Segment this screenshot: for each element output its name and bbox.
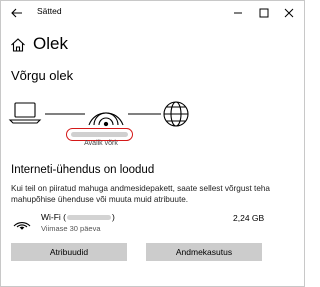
adapter-name: Wi-Fi () (41, 212, 115, 222)
maximize-icon[interactable] (257, 6, 271, 20)
window-title: Sätted (37, 6, 62, 16)
network-type-label: Avalik võrk (84, 140, 118, 147)
title-bar: Sätted (1, 1, 304, 25)
wifi-icon (13, 222, 31, 230)
adapter-data-usage: 2,24 GB (233, 213, 265, 223)
adapter-name-prefix: Wi-Fi ( (41, 212, 67, 222)
adapter-usage-period: Viimase 30 päeva (41, 224, 101, 233)
network-name-redacted (71, 132, 128, 137)
properties-button[interactable]: Atribuudid (11, 243, 127, 261)
connection-description: Kui teil on piiratud mahuga andmesidepak… (11, 184, 270, 204)
network-diagram (8, 101, 189, 127)
page-title: Olek (33, 34, 68, 53)
adapter-ssid-redacted (67, 215, 112, 221)
adapter-name-suffix: ) (112, 212, 115, 222)
laptop-icon (8, 102, 42, 124)
close-icon[interactable] (282, 6, 296, 20)
wifi-router-icon (88, 112, 124, 127)
connection-status-title: Interneti-ühendus on loodud (11, 164, 155, 176)
minimize-icon[interactable] (231, 6, 245, 20)
data-usage-button[interactable]: Andmekasutus (146, 243, 262, 261)
globe-icon (163, 101, 189, 127)
network-status-heading: Võrgu olek (11, 68, 74, 83)
back-arrow-icon[interactable] (9, 5, 25, 21)
settings-window: Sätted Olek Võrgu olek Avalik võrk Inter… (0, 0, 305, 287)
home-icon (11, 38, 25, 52)
